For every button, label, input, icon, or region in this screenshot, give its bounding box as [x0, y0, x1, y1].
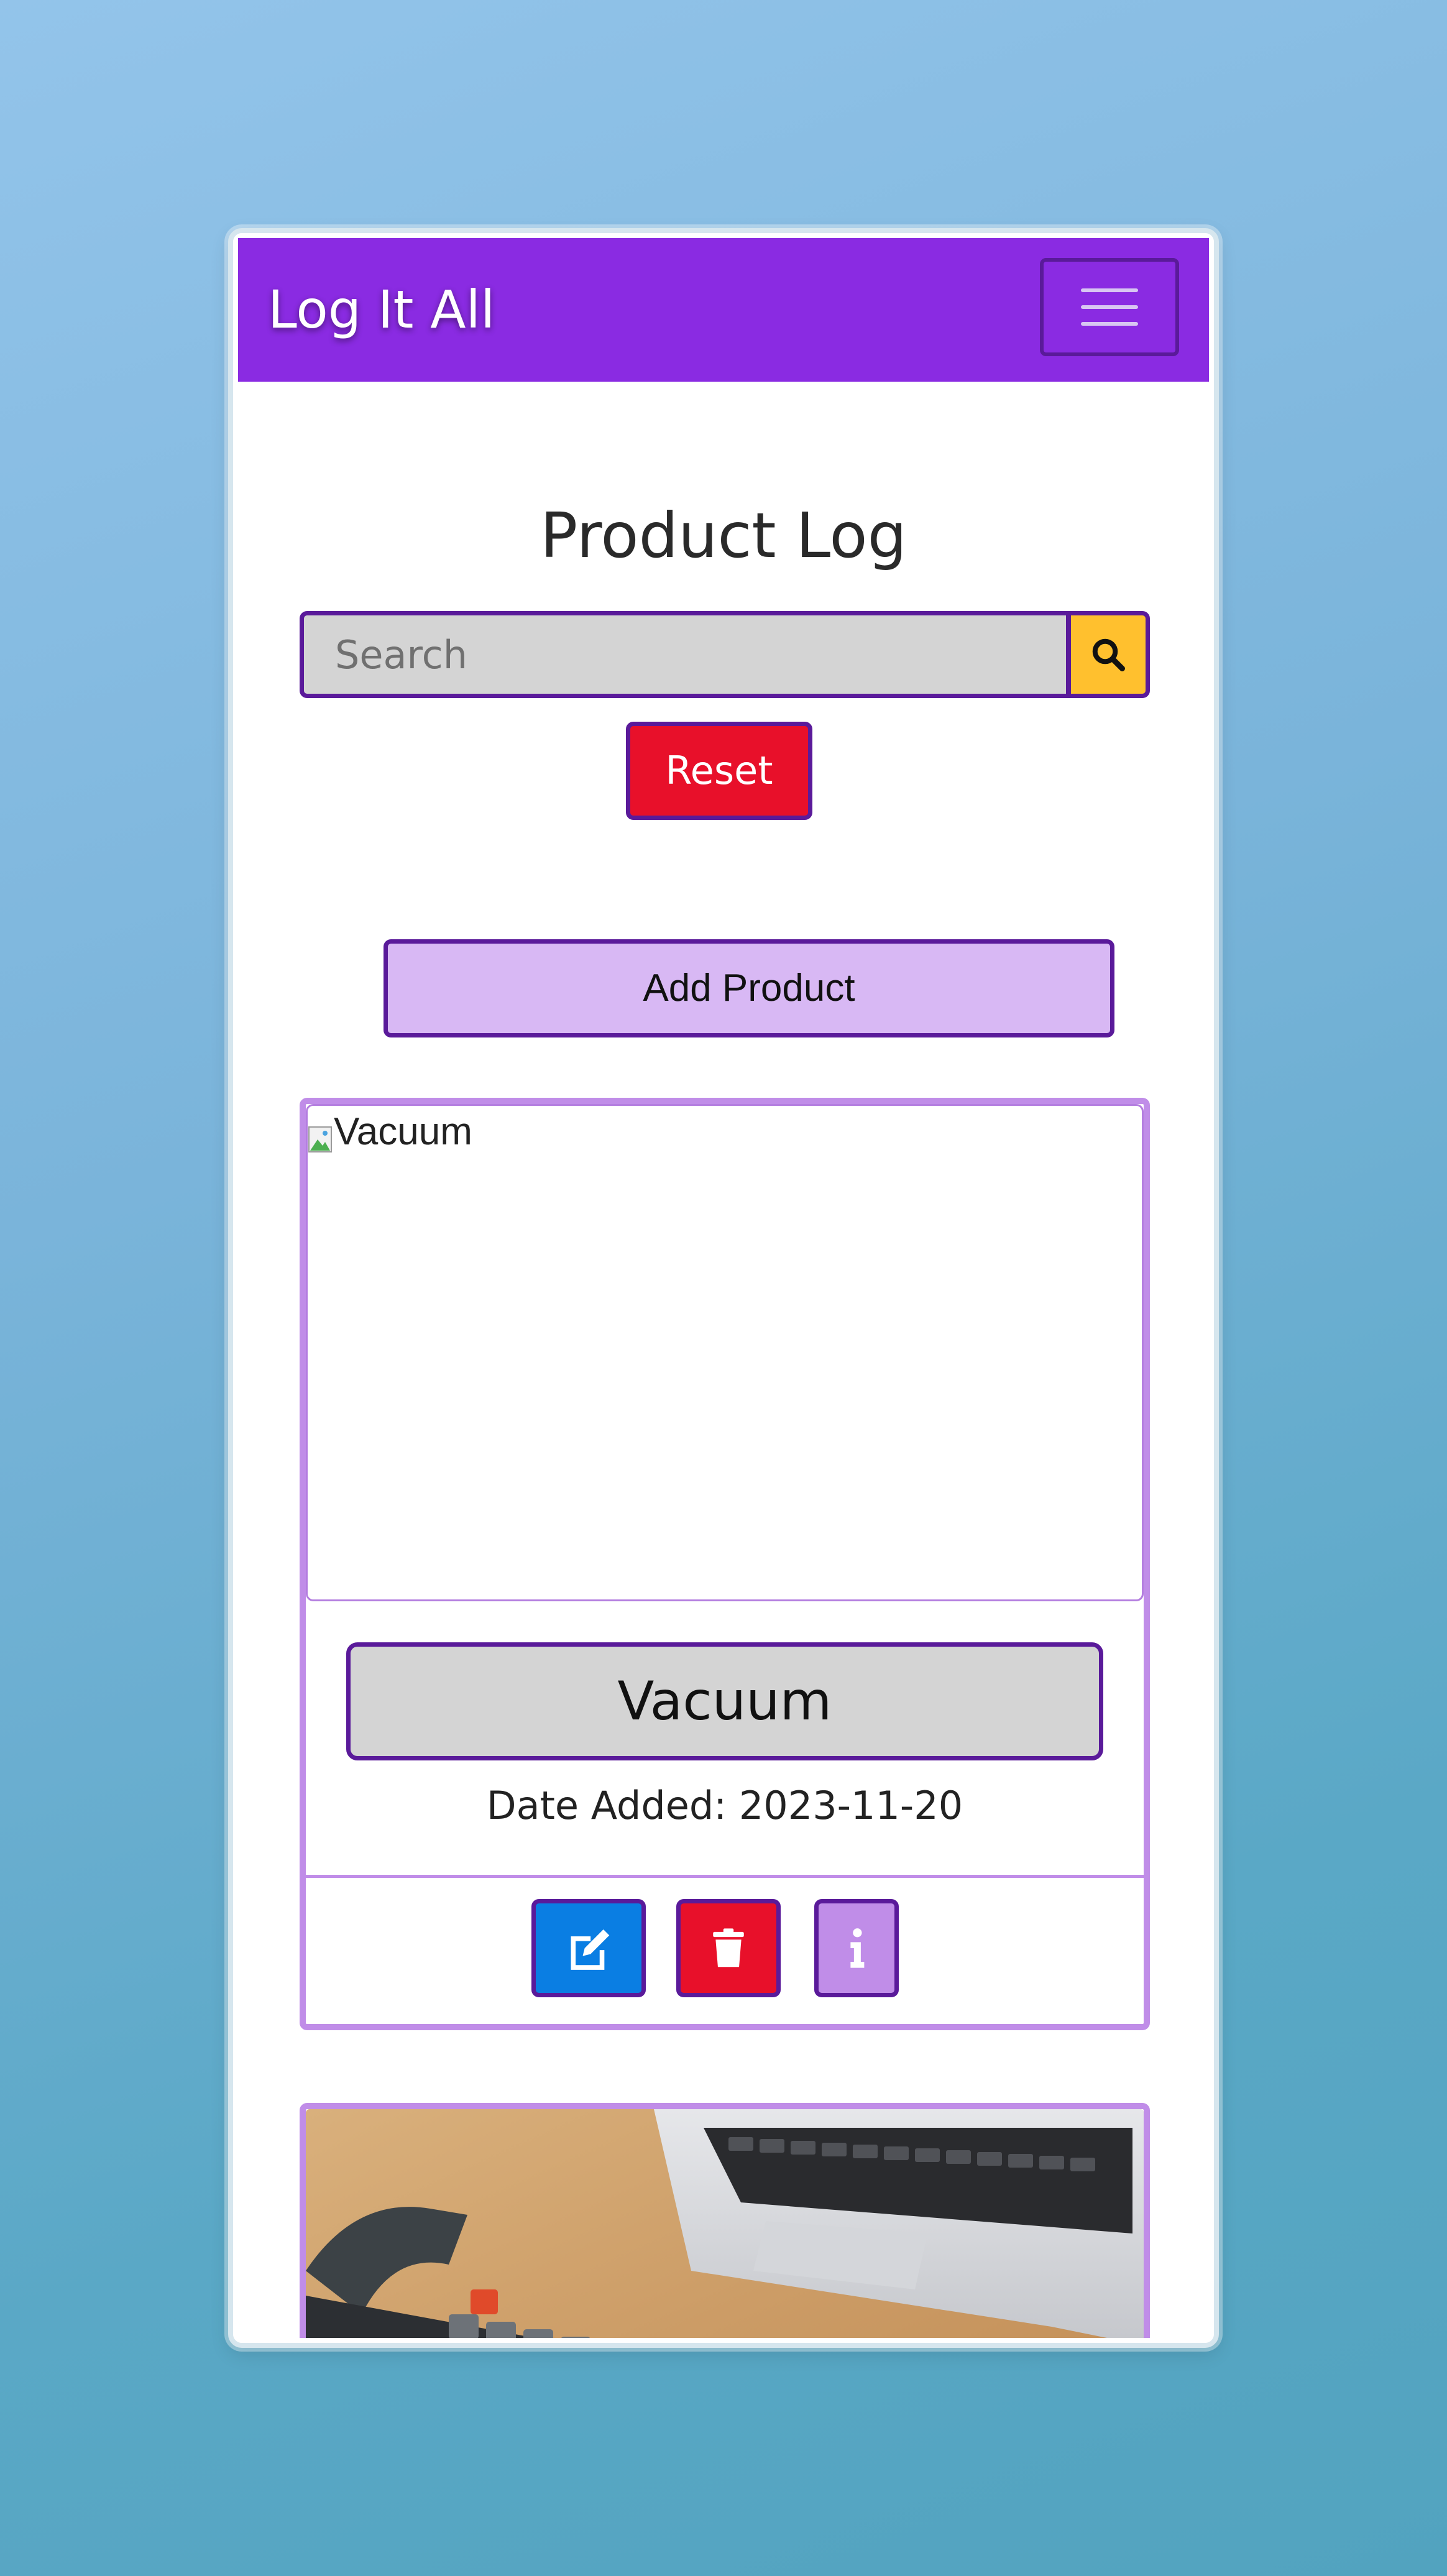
image-alt-text: Vacuum: [334, 1110, 472, 1153]
keyboard-photo: [306, 2109, 1144, 2338]
brand-link[interactable]: Log It All: [268, 238, 495, 382]
delete-button[interactable]: [676, 1899, 781, 1997]
search-button[interactable]: [1067, 611, 1150, 698]
product-card: Vacuum Vacuum Date Added: 2023-11-20: [300, 1098, 1150, 2030]
trash-icon: [713, 1928, 744, 1967]
edit-button[interactable]: [531, 1899, 646, 1997]
search-input[interactable]: [300, 611, 1070, 698]
product-image: Vacuum: [306, 1104, 1144, 1601]
app-screen: Log It All Product Log Reset Add Product: [238, 238, 1209, 2338]
info-icon: [850, 1928, 865, 1968]
broken-image-placeholder: Vacuum: [308, 1110, 472, 1154]
edit-icon: [571, 1929, 610, 1970]
date-added: Date Added: 2023-11-20: [486, 1783, 963, 1828]
search-bar: [300, 611, 1150, 698]
device-frame: Log It All Product Log Reset Add Product: [228, 228, 1219, 2348]
reset-button[interactable]: Reset: [626, 722, 812, 820]
page-title: Product Log: [540, 499, 907, 572]
info-button[interactable]: [814, 1899, 899, 1997]
add-product-button[interactable]: Add Product: [384, 939, 1114, 1037]
navbar: Log It All: [238, 238, 1209, 382]
search-icon: [1092, 638, 1125, 671]
product-name: Vacuum: [346, 1642, 1103, 1760]
broken-image-icon: [308, 1118, 333, 1152]
menu-toggle-button[interactable]: [1040, 258, 1179, 356]
product-card: [300, 2103, 1150, 2338]
product-image: [306, 2109, 1144, 2338]
card-footer: [306, 1875, 1144, 2027]
